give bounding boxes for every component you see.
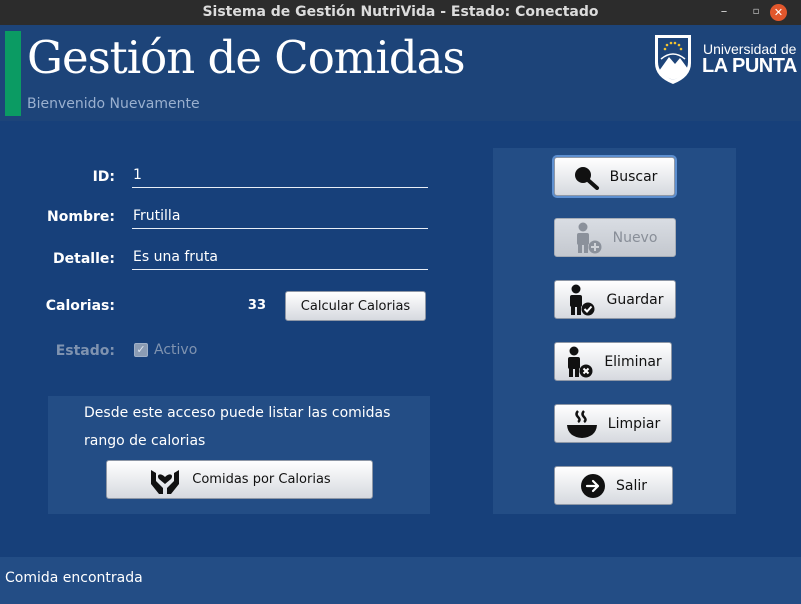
status-bar: Comida encontrada	[0, 557, 801, 604]
close-button[interactable]: ✕	[770, 4, 787, 21]
salir-button[interactable]: Salir	[554, 466, 673, 505]
estado-label: Estado:	[55, 343, 115, 359]
hands-heart-icon	[151, 469, 180, 494]
main-area: ID: 1 Nombre: Frutilla Detalle: Es una f…	[0, 121, 801, 557]
limpiar-button[interactable]: Limpiar	[554, 404, 672, 443]
logo-text-line2: LA PUNTA	[702, 55, 797, 77]
person-add-icon	[576, 222, 602, 253]
nombre-field[interactable]: Frutilla	[132, 205, 428, 229]
person-remove-icon	[568, 346, 593, 377]
calorias-label: Calorias:	[45, 298, 115, 314]
person-check-icon	[570, 284, 595, 315]
nuevo-button[interactable]: Nuevo	[554, 218, 676, 257]
nuevo-label: Nuevo	[612, 229, 658, 246]
bowl-icon	[566, 409, 597, 438]
info-text-line2: rango de calorias	[84, 433, 206, 449]
calcular-calorias-label: Calcular Calorias	[300, 298, 411, 314]
detalle-field[interactable]: Es una fruta	[132, 246, 428, 270]
window-titlebar: Sistema de Gestión NutriVida - Estado: C…	[0, 0, 801, 25]
calorias-value: 33	[247, 298, 266, 313]
detalle-label: Detalle:	[53, 251, 115, 267]
eliminar-label: Eliminar	[604, 353, 662, 370]
window-title: Sistema de Gestión NutriVida - Estado: C…	[202, 4, 599, 20]
comidas-por-calorias-button[interactable]: Comidas por Calorias	[106, 460, 373, 499]
minimize-button[interactable]: –	[713, 0, 735, 25]
activo-label: Activo	[154, 342, 198, 358]
maximize-button[interactable]: ▫	[745, 0, 767, 25]
page-title: Gestión de Comidas	[27, 31, 466, 84]
limpiar-label: Limpiar	[607, 415, 661, 432]
buscar-label: Buscar	[609, 168, 658, 185]
list-info-panel: Desde este acceso puede listar las comid…	[48, 396, 430, 514]
status-message: Comida encontrada	[5, 570, 143, 586]
id-label: ID:	[92, 169, 115, 185]
nombre-label: Nombre:	[47, 209, 115, 225]
comidas-por-calorias-label: Comidas por Calorias	[192, 472, 331, 487]
buscar-button[interactable]: Buscar	[554, 157, 675, 196]
info-text-line1: Desde este acceso puede listar las comid…	[84, 405, 391, 421]
header: Gestión de Comidas Bienvenido Nuevamente…	[0, 25, 801, 121]
id-field[interactable]: 1	[132, 164, 428, 188]
welcome-subtitle: Bienvenido Nuevamente	[27, 96, 200, 112]
university-logo: Universidad de LA PUNTA	[651, 33, 801, 87]
search-icon	[574, 166, 599, 190]
activo-checkbox[interactable]: ✓	[134, 343, 148, 357]
mountain-logo-icon	[655, 35, 691, 84]
accent-bar	[5, 31, 21, 116]
guardar-button[interactable]: Guardar	[554, 280, 676, 319]
salir-label: Salir	[615, 477, 647, 494]
actions-panel: Buscar Nuevo Guardar Eliminar Limpiar Sa…	[493, 148, 736, 514]
eliminar-button[interactable]: Eliminar	[554, 342, 672, 381]
guardar-label: Guardar	[606, 291, 664, 308]
calcular-calorias-button[interactable]: Calcular Calorias	[285, 291, 426, 321]
exit-arrow-icon	[580, 473, 605, 498]
